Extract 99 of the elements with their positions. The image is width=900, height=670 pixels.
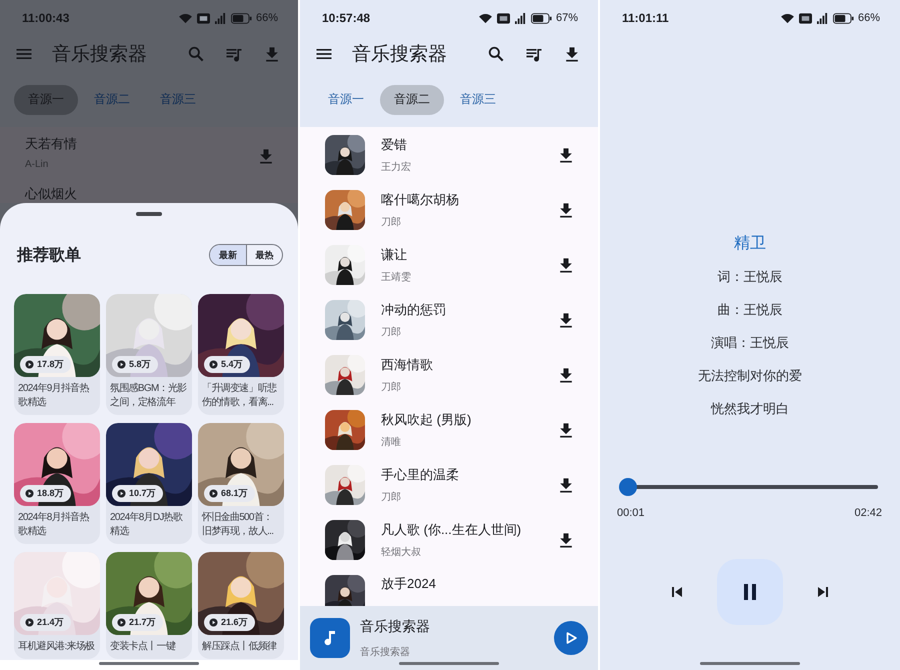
- play-button[interactable]: [554, 621, 588, 655]
- playlist-card[interactable]: 18.8万 2024年8月抖音热歌精选: [14, 423, 100, 544]
- play-count: 68.1万: [221, 487, 248, 500]
- playlist-title: 2024年8月DJ热歌精选: [109, 511, 184, 539]
- song-artist: 刀郎: [381, 216, 402, 228]
- source-tab[interactable]: 音源一: [314, 84, 378, 114]
- track-subtitle: 音乐搜索器: [360, 646, 411, 658]
- play-circle-icon: [25, 489, 34, 498]
- song-artist: 刀郎: [381, 490, 402, 504]
- drag-handle[interactable]: [136, 212, 162, 216]
- play-count: 5.4万: [221, 358, 243, 371]
- song-title[interactable]: 谦让: [381, 246, 556, 264]
- next-icon[interactable]: [815, 584, 831, 600]
- search-icon[interactable]: [486, 44, 506, 64]
- playlist-card[interactable]: 21.6万 解压踩点丨低频律: [198, 552, 284, 659]
- play-circle-icon: [209, 489, 218, 498]
- battery-icon: [230, 12, 252, 24]
- lyric-line: 恍然我才明白: [711, 400, 789, 417]
- battery-icon: [832, 12, 854, 24]
- wifi-icon: [780, 12, 795, 24]
- playlist-title: 2024年8月抖音热歌精选: [17, 510, 90, 539]
- playlist-card[interactable]: 21.7万 变装卡点丨一键: [106, 552, 192, 659]
- playlist-title: 怀旧金曲500首：旧梦再现，故人...: [200, 510, 274, 539]
- song-artist: 轻烟大叔: [381, 546, 422, 558]
- playlist-card[interactable]: 68.1万 怀旧金曲500首：旧梦再现，故人...: [198, 423, 284, 544]
- play-circle-icon: [209, 360, 218, 369]
- status-time: 11:01:11: [622, 11, 670, 25]
- hd-icon: [798, 12, 812, 24]
- play-circle-icon: [209, 618, 218, 627]
- song-title[interactable]: 西海情歌: [381, 356, 556, 374]
- playlist-title: 变装卡点丨一键: [109, 640, 177, 654]
- elapsed-time: 00:01: [617, 507, 645, 519]
- playlist-card[interactable]: 5.8万 氛围感BGM：光影之间，定格流年: [106, 294, 192, 415]
- playlist-title: 解压踩点丨低频律: [201, 640, 278, 654]
- play-circle-icon: [117, 360, 126, 369]
- source-tab[interactable]: 音源二: [380, 84, 444, 114]
- sort-toggle[interactable]: 最热: [246, 245, 282, 265]
- lyric-line: 精卫: [734, 235, 766, 252]
- battery-level: 66%: [256, 12, 278, 24]
- hd-icon: [196, 12, 210, 24]
- pause-button[interactable]: [717, 559, 783, 625]
- battery-icon: [530, 12, 552, 24]
- battery-level: 66%: [858, 12, 880, 24]
- song-artist: 王靖雯: [381, 270, 412, 284]
- play-count: 5.8万: [129, 358, 151, 371]
- lyric-line: 演唱：王悦辰: [711, 334, 789, 351]
- lyric-line: 曲：王悦辰: [718, 301, 782, 318]
- sheet-title: 推荐歌单: [17, 246, 81, 266]
- play-circle-icon: [25, 618, 34, 627]
- track-title: 音乐搜索器: [360, 618, 431, 636]
- sort-toggle[interactable]: 最新: [210, 245, 246, 265]
- song-artist: 刀郎: [381, 326, 402, 338]
- hd-icon: [496, 12, 510, 24]
- song-title[interactable]: 喀什噶尔胡杨: [381, 190, 556, 208]
- playlist-title: 「升调变速」听悲伤的情歌，看离...: [201, 382, 278, 410]
- status-time: 11:00:43: [22, 11, 70, 25]
- app-title: 音乐搜索器: [52, 43, 148, 67]
- music-note-icon: [310, 618, 350, 658]
- lyric-line: 无法控制对你的爱: [698, 367, 802, 384]
- play-count: 21.7万: [129, 616, 156, 629]
- mini-player[interactable]: 音乐搜索器 音乐搜索器: [300, 606, 598, 670]
- playlist-card[interactable]: 17.8万 2024年9月抖音热歌精选: [14, 294, 100, 415]
- app-title: 音乐搜索器: [352, 43, 448, 67]
- signal-icon: [816, 12, 829, 24]
- slider-thumb[interactable]: [618, 478, 636, 496]
- song-title[interactable]: 凡人歌 (你...生在人世间): [381, 520, 556, 538]
- play-count: 21.4万: [37, 616, 64, 629]
- song-title[interactable]: 手心里的温柔: [381, 466, 556, 484]
- play-count: 21.6万: [221, 616, 248, 629]
- battery-level: 67%: [556, 12, 578, 24]
- play-circle-icon: [117, 618, 126, 627]
- play-count: 18.8万: [37, 487, 64, 500]
- song-artist: 刀郎: [381, 380, 402, 394]
- song-title[interactable]: 爱错: [381, 136, 556, 154]
- source-tab[interactable]: 音源三: [446, 84, 510, 114]
- lyric-line: 词：王悦辰: [718, 268, 782, 285]
- playlist-card[interactable]: 21.4万 耳机避风港:来场极: [14, 552, 100, 659]
- song-title[interactable]: 放手2024: [381, 575, 576, 593]
- signal-icon: [214, 12, 227, 24]
- playlist-title: 耳机避风港:来场极: [17, 640, 96, 654]
- song-artist: 清唯: [381, 436, 402, 448]
- play-circle-icon: [25, 360, 34, 369]
- song-title[interactable]: 冲动的惩罚: [381, 300, 556, 318]
- status-time: 10:57:48: [322, 11, 372, 25]
- play-circle-icon: [117, 489, 126, 498]
- signal-icon: [514, 12, 527, 24]
- song-artist: 王力宏: [381, 160, 412, 174]
- play-count: 10.7万: [129, 487, 156, 500]
- previous-icon[interactable]: [669, 584, 685, 600]
- play-count: 17.8万: [37, 358, 64, 371]
- playlist-card[interactable]: 5.4万 「升调变速」听悲伤的情歌，看离...: [198, 294, 284, 415]
- total-time: 02:42: [854, 507, 882, 519]
- playlist-title: 2024年9月抖音热歌精选: [17, 382, 90, 410]
- wifi-icon: [478, 12, 493, 24]
- play-icon: [564, 631, 578, 645]
- wifi-icon: [178, 12, 193, 24]
- song-title[interactable]: 秋风吹起 (男版): [381, 410, 556, 428]
- playlist-title: 氛围感BGM：光影之间，定格流年: [109, 382, 188, 410]
- playlist-card[interactable]: 10.7万 2024年8月DJ热歌精选: [106, 423, 192, 544]
